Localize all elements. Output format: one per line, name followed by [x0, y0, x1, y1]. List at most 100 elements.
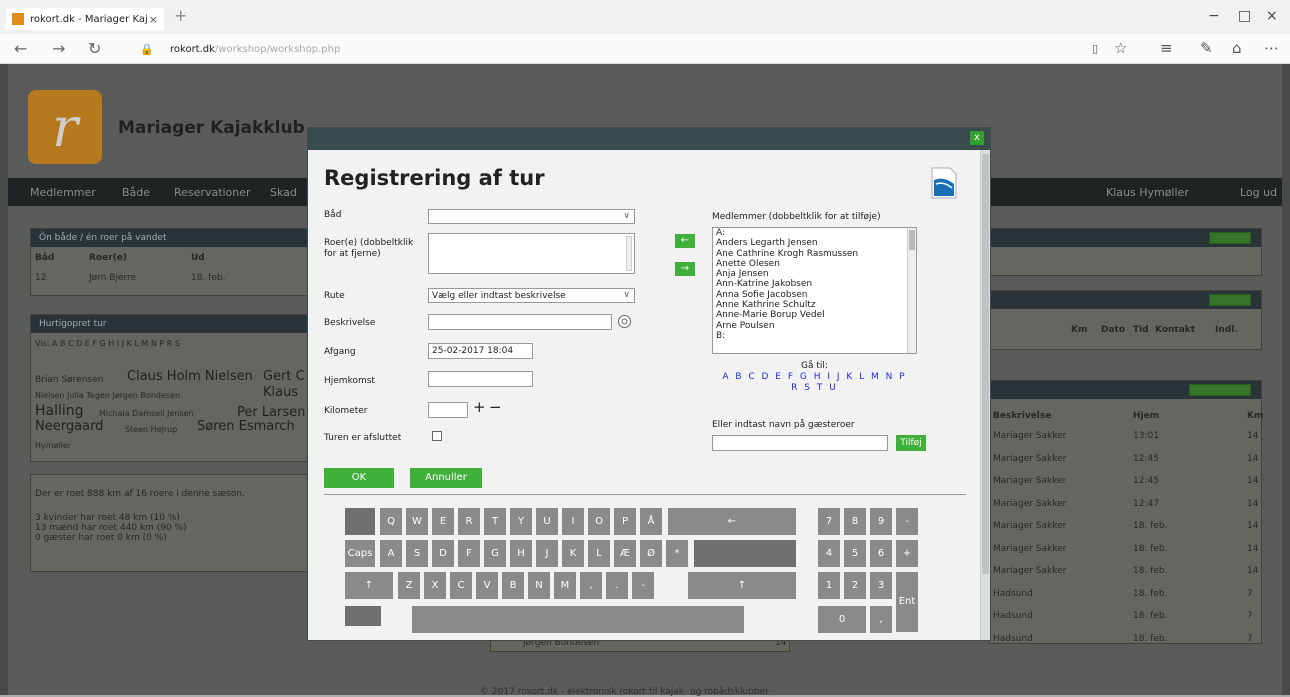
numpad-key[interactable]: 8	[844, 508, 866, 535]
key-1[interactable]: Z	[398, 572, 420, 599]
key-blank[interactable]	[694, 540, 796, 567]
key-h[interactable]: H	[510, 540, 532, 567]
key-8[interactable]: ,	[580, 572, 602, 599]
numpad-key[interactable]: +	[896, 540, 918, 567]
member-item[interactable]: Ane Cathrine Krogh Rasmussen	[713, 249, 916, 259]
dialog-scrollbar[interactable]	[980, 150, 990, 640]
space-key[interactable]	[412, 606, 744, 633]
key-g[interactable]: G	[484, 540, 506, 567]
key-7[interactable]: M	[554, 572, 576, 599]
forward-icon[interactable]: →	[52, 39, 65, 58]
key-3[interactable]: C	[450, 572, 472, 599]
member-item[interactable]: Anders Legarth Jensen	[713, 238, 916, 248]
member-item[interactable]: B:	[713, 331, 916, 341]
member-item[interactable]: Anne Kathrine Schultz	[713, 300, 916, 310]
return-input[interactable]	[428, 371, 533, 387]
enter-key[interactable]: Ent	[896, 572, 918, 632]
key-æ[interactable]: Æ	[614, 540, 636, 567]
key-w[interactable]: W	[406, 508, 428, 535]
numpad-key[interactable]: 5	[844, 540, 866, 567]
add-guest-button[interactable]: Tilføj	[896, 435, 926, 451]
scrollbar-thumb[interactable]	[982, 154, 989, 574]
hub-icon[interactable]: ≡	[1160, 39, 1173, 57]
kilometer-input[interactable]	[428, 402, 468, 418]
key-9[interactable]: .	[606, 572, 628, 599]
key-6[interactable]: N	[528, 572, 550, 599]
remove-rower-button[interactable]: →	[675, 262, 695, 276]
key-2[interactable]: X	[424, 572, 446, 599]
add-rower-button[interactable]: ←	[675, 234, 695, 248]
numpad-key[interactable]: 0	[818, 606, 866, 633]
numpad-key[interactable]: ,	[870, 606, 892, 633]
key-k[interactable]: K	[562, 540, 584, 567]
star-icon[interactable]: ☆	[1114, 39, 1127, 57]
notes-icon[interactable]: ✎	[1200, 39, 1213, 57]
member-item[interactable]: Ann-Katrine Jakobsen	[713, 279, 916, 289]
key-e[interactable]: E	[432, 508, 454, 535]
alphabet-line[interactable]: R S T U	[712, 383, 917, 394]
rowers-scrollbar[interactable]	[626, 236, 632, 271]
numpad-key[interactable]: 1	[818, 572, 840, 599]
minimize-icon[interactable]: −	[1208, 8, 1220, 24]
boat-select[interactable]	[428, 209, 635, 224]
browser-tab[interactable]: rokort.dk - Mariager Kaj ×	[6, 8, 164, 30]
member-item[interactable]: Anja Jensen	[713, 269, 916, 279]
url-field[interactable]: rokort.dk/workshop/workshop.php	[170, 44, 340, 55]
tab-close-icon[interactable]: ×	[149, 13, 158, 26]
numpad-key[interactable]: 9	[870, 508, 892, 535]
member-item[interactable]: A:	[713, 228, 916, 238]
scrollbar-thumb[interactable]	[909, 230, 915, 250]
dialog-close-button[interactable]: x	[970, 131, 984, 145]
back-icon[interactable]: ←	[14, 39, 27, 58]
share-icon[interactable]: ⌂	[1232, 39, 1242, 57]
alphabet-nav[interactable]: A B C D E F G H I J K L M N P R S T U	[712, 372, 917, 394]
key-*[interactable]: *	[666, 540, 688, 567]
caps-key[interactable]: Caps	[345, 540, 375, 567]
guest-input[interactable]	[712, 435, 888, 451]
members-scrollbar[interactable]	[907, 228, 916, 353]
shift-key-right[interactable]: ↑	[688, 572, 796, 599]
minus-button[interactable]: −	[489, 398, 502, 416]
member-item[interactable]: Arne Poulsen	[713, 321, 916, 331]
ok-button[interactable]: OK	[324, 468, 394, 488]
refresh-icon[interactable]: ↻	[88, 39, 101, 58]
maximize-icon[interactable]: □	[1238, 8, 1251, 24]
numpad-key[interactable]: -	[896, 508, 918, 535]
key-blank[interactable]	[345, 508, 375, 535]
reading-view-icon[interactable]: ▯	[1092, 42, 1098, 55]
key-ø[interactable]: Ø	[640, 540, 662, 567]
more-icon[interactable]: ⋯	[1264, 39, 1279, 57]
key-blank[interactable]	[345, 606, 381, 626]
numpad-key[interactable]: 6	[870, 540, 892, 567]
key-o[interactable]: O	[588, 508, 610, 535]
numpad-key[interactable]: 2	[844, 572, 866, 599]
cancel-button[interactable]: Annuller	[410, 468, 482, 488]
key-d[interactable]: D	[432, 540, 454, 567]
route-select[interactable]: Vælg eller indtast beskrivelse	[428, 288, 635, 303]
key-f[interactable]: F	[458, 540, 480, 567]
key-a[interactable]: A	[380, 540, 402, 567]
key-5[interactable]: B	[502, 572, 524, 599]
key-q[interactable]: Q	[380, 508, 402, 535]
help-icon[interactable]	[930, 166, 958, 200]
window-close-icon[interactable]: ×	[1266, 8, 1278, 24]
key-r[interactable]: R	[458, 508, 480, 535]
member-item[interactable]: Anna Sofie Jacobsen	[713, 290, 916, 300]
departure-input[interactable]: 25-02-2017 18:04	[428, 343, 533, 359]
key-s[interactable]: S	[406, 540, 428, 567]
key-y[interactable]: Y	[510, 508, 532, 535]
member-item[interactable]: Anne-Marie Borup Vedel	[713, 310, 916, 320]
key-j[interactable]: J	[536, 540, 558, 567]
key-å[interactable]: Å	[640, 508, 662, 535]
alphabet-line[interactable]: A B C D E F G H I J K L M N P	[712, 372, 917, 383]
member-item[interactable]: Anette Olesen	[713, 259, 916, 269]
description-input[interactable]	[428, 314, 612, 330]
new-tab-icon[interactable]: +	[174, 6, 187, 25]
members-list[interactable]: A: Anders Legarth Jensen Ane Cathrine Kr…	[712, 227, 917, 354]
numpad-key[interactable]: 4	[818, 540, 840, 567]
numpad-key[interactable]: 7	[818, 508, 840, 535]
key-u[interactable]: U	[536, 508, 558, 535]
key-t[interactable]: T	[484, 508, 506, 535]
plus-button[interactable]: +	[473, 398, 486, 416]
numpad-key[interactable]: 3	[870, 572, 892, 599]
